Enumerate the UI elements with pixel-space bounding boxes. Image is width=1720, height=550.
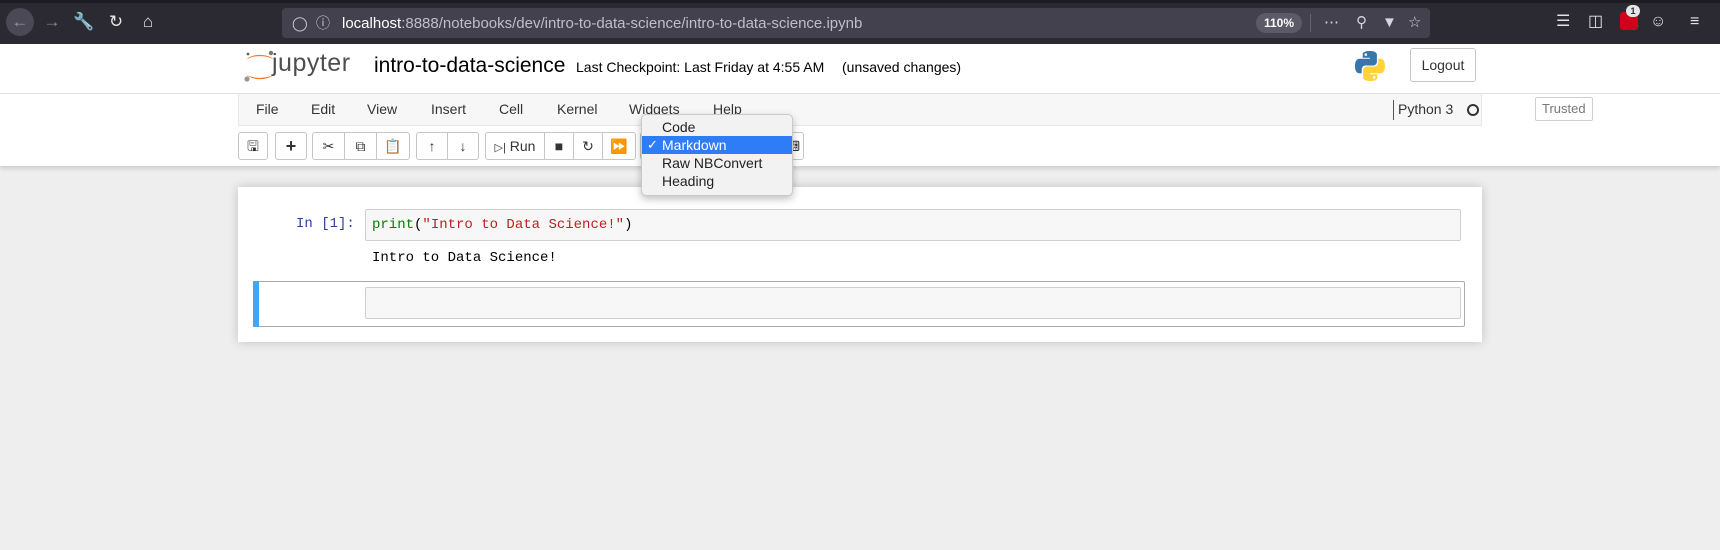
menu-view[interactable]: View — [367, 101, 397, 117]
dropdown-option-code[interactable]: Code — [642, 118, 792, 136]
code-line: print("Intro to Data Science!") — [372, 217, 632, 233]
restart-icon: ↻ — [582, 138, 594, 154]
notebook-title[interactable]: intro-to-data-science — [374, 54, 565, 78]
copy-icon: ⧉ — [355, 138, 366, 154]
paste-icon: 📋 — [384, 138, 402, 154]
url-text[interactable]: localhost:8888/notebooks/dev/intro-to-da… — [342, 15, 862, 32]
menu-kernel[interactable]: Kernel — [557, 101, 597, 117]
menu-insert[interactable]: Insert — [431, 101, 466, 117]
forward-button[interactable]: → — [38, 8, 66, 36]
address-bar[interactable]: ◯ ⓘ localhost:8888/notebooks/dev/intro-t… — [282, 8, 1430, 38]
scissors-icon: ✂ — [322, 138, 335, 154]
jupyter-logo-text[interactable]: jupyter — [272, 49, 351, 78]
python-logo-icon — [1355, 51, 1385, 81]
step-forward-icon: ▷| — [494, 142, 506, 154]
reload-button[interactable]: ↻ — [102, 8, 130, 36]
home-icon: ⌂ — [142, 12, 154, 31]
shield-icon[interactable]: ◯ — [292, 13, 308, 33]
home-button[interactable]: ⌂ — [134, 8, 162, 36]
kernel-divider — [1393, 100, 1394, 120]
restart-button[interactable]: ↻ — [573, 132, 603, 160]
zoom-level-badge[interactable]: 110% — [1256, 13, 1303, 33]
interrupt-button[interactable]: ■ — [544, 132, 574, 160]
checkmark-icon: ✓ — [647, 137, 658, 152]
customize-button[interactable]: 🔧 — [70, 8, 98, 36]
option-label: Heading — [662, 173, 715, 189]
sidebar-icon[interactable]: ◫ — [1588, 10, 1603, 34]
code-paren-close: ) — [624, 217, 633, 233]
arrow-up-icon: ↑ — [428, 138, 436, 154]
copy-button[interactable]: ⧉ — [344, 132, 377, 160]
url-host: localhost — [342, 15, 402, 32]
run-label: Run — [509, 138, 536, 154]
back-arrow-icon: ← — [11, 12, 29, 31]
browser-toolbar: ← → 🔧 ↻ ⌂ ◯ ⓘ localhost:8888/notebooks/d… — [0, 0, 1720, 44]
stop-icon: ■ — [554, 138, 564, 154]
run-button[interactable]: ▷| Run — [485, 132, 545, 160]
hamburger-menu-icon[interactable]: ≡ — [1690, 10, 1699, 34]
dropdown-option-raw[interactable]: Raw NBConvert — [642, 154, 792, 172]
menu-edit[interactable]: Edit — [311, 101, 335, 117]
option-label: Code — [662, 119, 696, 135]
jupyter-header: jupyter intro-to-data-science Last Check… — [0, 44, 1720, 94]
input-prompt: In [1]: — [296, 216, 355, 232]
pocket-icon[interactable]: ▼ — [1382, 13, 1397, 33]
dropdown-option-markdown[interactable]: ✓ Markdown — [642, 136, 792, 154]
account-icon[interactable]: ☺ — [1650, 10, 1666, 34]
trusted-indicator[interactable]: Trusted — [1535, 97, 1593, 121]
unsaved-status: (unsaved changes) — [842, 59, 962, 75]
kernel-name[interactable]: Python 3 — [1398, 101, 1453, 117]
reload-icon: ↻ — [108, 12, 124, 31]
lightbulb-icon[interactable]: ⚲ — [1356, 13, 1367, 33]
url-path: :8888/notebooks/dev/intro-to-data-scienc… — [401, 15, 863, 32]
more-actions-icon[interactable]: ⋯ — [1324, 13, 1339, 33]
url-divider — [1310, 14, 1311, 32]
arrow-down-icon: ↓ — [459, 138, 467, 154]
menu-cell[interactable]: Cell — [499, 101, 523, 117]
move-down-button[interactable]: ↓ — [447, 132, 479, 160]
celltype-dropdown: Code ✓ Markdown Raw NBConvert Heading — [641, 114, 793, 196]
tab-strip — [0, 0, 1720, 3]
menu-file[interactable]: File — [256, 101, 279, 117]
plus-icon: + — [285, 136, 297, 156]
menubar: File Edit View Insert Cell Kernel Widget… — [238, 94, 1593, 126]
kernel-idle-icon — [1467, 104, 1479, 116]
move-up-button[interactable]: ↑ — [416, 132, 448, 160]
empty-cell-input[interactable] — [365, 287, 1461, 319]
paste-button[interactable]: 📋 — [376, 132, 410, 160]
cut-button[interactable]: ✂ — [312, 132, 345, 160]
cell-output: Intro to Data Science! — [372, 250, 557, 266]
code-string: "Intro to Data Science!" — [422, 217, 625, 233]
code-cell-input[interactable]: print("Intro to Data Science!") — [365, 209, 1461, 241]
notebook-container: In [1]: print("Intro to Data Science!") … — [238, 187, 1482, 342]
info-icon[interactable]: ⓘ — [316, 13, 330, 33]
dropdown-option-heading[interactable]: Heading — [642, 172, 792, 190]
code-function: print — [372, 217, 415, 233]
extension-badge: 1 — [1626, 5, 1640, 17]
back-button[interactable]: ← — [6, 8, 34, 36]
option-label: Markdown — [662, 137, 727, 153]
bookmark-star-icon[interactable]: ☆ — [1408, 13, 1421, 33]
option-label: Raw NBConvert — [662, 155, 763, 171]
selected-cell-indicator — [253, 281, 259, 327]
logout-button[interactable]: Logout — [1410, 48, 1476, 82]
restart-run-all-button[interactable]: ⏩ — [602, 132, 636, 160]
save-icon: 🖫 — [247, 138, 259, 154]
fast-forward-icon: ⏩ — [610, 138, 628, 154]
wrench-icon: 🔧 — [73, 12, 95, 31]
checkpoint-status: Last Checkpoint: Last Friday at 4:55 AM — [576, 59, 825, 75]
forward-arrow-icon: → — [43, 12, 61, 31]
menu-toolbar-area: File Edit View Insert Cell Kernel Widget… — [0, 94, 1720, 166]
library-icon[interactable]: ☰ — [1556, 10, 1570, 34]
save-button[interactable]: 🖫 — [238, 132, 268, 160]
insert-cell-button[interactable]: + — [275, 132, 307, 160]
